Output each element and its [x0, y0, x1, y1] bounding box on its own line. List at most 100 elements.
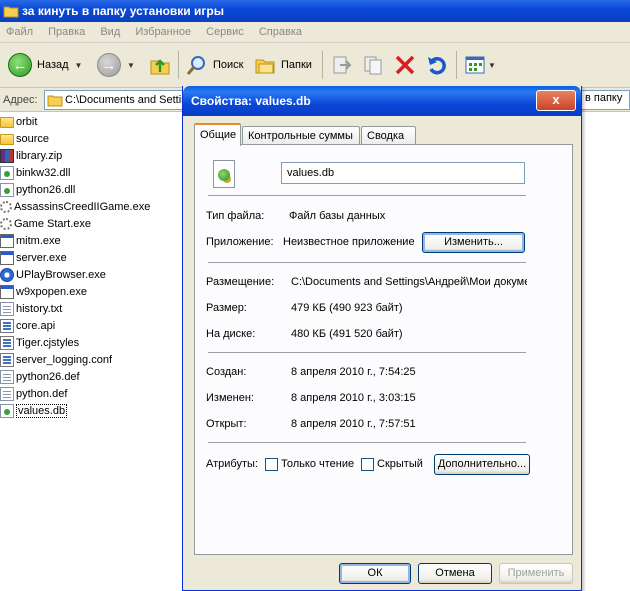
readonly-label[interactable]: Только чтение	[281, 458, 354, 470]
folders-button[interactable]: Папки	[254, 52, 312, 78]
dll-icon	[0, 182, 14, 197]
size-value: 479 КБ (490 923 байт)	[291, 302, 403, 314]
tab-checksums[interactable]: Контрольные суммы	[242, 126, 360, 145]
gear-icon	[0, 200, 12, 213]
undo-button[interactable]	[426, 52, 448, 78]
hidden-label[interactable]: Скрытый	[377, 458, 423, 470]
menu-file[interactable]: Файл	[0, 22, 39, 38]
readonly-checkbox[interactable]	[265, 458, 278, 471]
ok-button[interactable]: ОК	[339, 563, 411, 584]
file-list: orbit source library.zip binkw32.dll python2…	[0, 113, 190, 419]
file-list-item[interactable]: server.exe	[0, 249, 190, 266]
text-file-icon	[0, 301, 14, 316]
file-name: AssassinsCreedIIGame.exe	[14, 200, 151, 213]
copy-to-icon	[364, 56, 382, 75]
dialog-title-bar[interactable]: Свойства: values.db x	[183, 86, 581, 116]
views-dropdown-icon[interactable]: ▼	[488, 61, 496, 70]
file-list-item[interactable]: history.txt	[0, 300, 190, 317]
tab-summary[interactable]: Сводка	[361, 126, 416, 145]
menu-bar: Файл Правка Вид Избранное Сервис Справка	[0, 22, 630, 43]
menu-tools[interactable]: Сервис	[200, 22, 250, 38]
size-label: Размер:	[206, 302, 247, 314]
up-folder-button[interactable]	[149, 52, 171, 78]
created-label: Создан:	[206, 366, 247, 378]
folders-label: Папки	[281, 59, 312, 71]
file-name: python26.dll	[16, 183, 76, 196]
file-name-field[interactable]: values.db	[281, 162, 525, 184]
file-name: binkw32.dll	[16, 166, 71, 179]
file-list-item[interactable]: w9xpopen.exe	[0, 283, 190, 300]
file-list-item[interactable]: Tiger.cjstyles	[0, 334, 190, 351]
file-list-item[interactable]: python26.dll	[0, 181, 190, 198]
file-list-item[interactable]: core.api	[0, 317, 190, 334]
file-list-item[interactable]: orbit	[0, 113, 190, 130]
file-name: python26.def	[16, 370, 80, 383]
text-file-icon	[0, 386, 14, 401]
file-list-item[interactable]: python26.def	[0, 368, 190, 385]
back-label: Назад	[37, 59, 69, 71]
cancel-button[interactable]: Отмена	[418, 563, 492, 584]
explorer-title-bar[interactable]: за кинуть в папку установки игры	[0, 0, 630, 22]
file-name: w9xpopen.exe	[16, 285, 87, 298]
toolbar-separator	[178, 51, 179, 79]
up-folder-icon	[150, 59, 170, 75]
file-list-item[interactable]: binkw32.dll	[0, 164, 190, 181]
forward-dropdown-icon[interactable]: ▼	[127, 61, 135, 70]
toolbar-separator	[456, 51, 457, 79]
tab-general[interactable]: Общие	[194, 123, 241, 146]
modified-label: Изменен:	[206, 392, 254, 404]
back-arrow-icon: ←	[8, 53, 32, 77]
file-name: server.exe	[16, 251, 67, 264]
file-list-item[interactable]: library.zip	[0, 147, 190, 164]
file-list-item[interactable]: mitm.exe	[0, 232, 190, 249]
folders-icon	[255, 59, 275, 74]
menu-view[interactable]: Вид	[94, 22, 126, 38]
search-icon	[186, 56, 205, 75]
file-list-item[interactable]: python.def	[0, 385, 190, 402]
accessed-label: Открыт:	[206, 418, 247, 430]
file-list-item[interactable]: AssassinsCreedIIGame.exe	[0, 198, 190, 215]
file-list-item[interactable]: UPlayBrowser.exe	[0, 266, 190, 283]
hidden-checkbox[interactable]	[361, 458, 374, 471]
file-name: mitm.exe	[16, 234, 61, 247]
file-name: history.txt	[16, 302, 63, 315]
application-label: Приложение:	[206, 236, 274, 248]
file-list-item[interactable]: Game Start.exe	[0, 215, 190, 232]
file-name: values.db	[16, 403, 68, 418]
move-to-icon	[333, 56, 352, 74]
location-value: C:\Documents and Settings\Андрей\Мои док…	[291, 276, 527, 288]
file-list-item[interactable]: values.db	[0, 402, 190, 419]
file-name: UPlayBrowser.exe	[16, 268, 106, 281]
undo-icon	[428, 56, 446, 75]
menu-help[interactable]: Справка	[253, 22, 308, 38]
menu-edit[interactable]: Правка	[42, 22, 91, 38]
delete-button[interactable]	[394, 52, 416, 78]
copy-to-button[interactable]	[362, 52, 384, 78]
apply-button[interactable]: Применить	[499, 563, 573, 584]
change-button[interactable]: Изменить...	[422, 232, 525, 253]
dll-icon	[0, 165, 14, 180]
views-button[interactable]: ▼	[464, 52, 496, 78]
text-file-icon	[0, 369, 14, 384]
forward-arrow-icon: →	[97, 53, 121, 77]
properties-dialog: Свойства: values.db x Общие Контрольные …	[182, 86, 582, 591]
attributes-label: Атрибуты:	[206, 458, 258, 470]
close-button[interactable]: x	[536, 90, 576, 111]
back-dropdown-icon[interactable]: ▼	[75, 61, 83, 70]
exe-icon	[0, 233, 14, 248]
file-name: source	[16, 132, 50, 145]
advanced-button[interactable]: Дополнительно...	[434, 454, 530, 475]
db-file-icon	[0, 403, 14, 418]
toolbar: ← Назад ▼ → ▼ Поиск Папки ▼	[0, 43, 630, 88]
accessed-value: 8 апреля 2010 г., 7:57:51	[291, 418, 416, 430]
menu-favorites[interactable]: Избранное	[129, 22, 197, 38]
forward-button[interactable]: → ▼	[97, 52, 135, 78]
move-to-button[interactable]	[330, 52, 352, 78]
search-button[interactable]: Поиск	[186, 52, 243, 78]
back-button[interactable]: ← Назад ▼	[8, 52, 82, 78]
folder-icon	[0, 134, 14, 145]
folder-icon	[47, 95, 63, 107]
size-on-disk-label: На диске:	[206, 328, 256, 340]
file-list-item[interactable]: server_logging.conf	[0, 351, 190, 368]
file-list-item[interactable]: source	[0, 130, 190, 147]
